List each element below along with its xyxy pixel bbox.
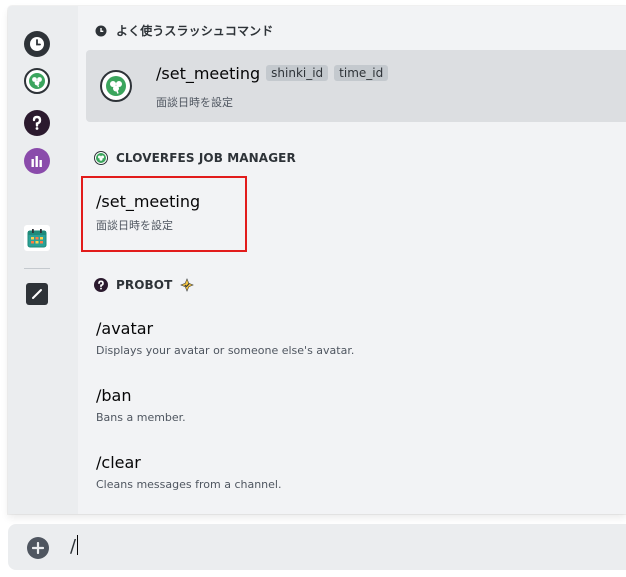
frequent-command-set-meeting[interactable]: /set_meeting shinki_id time_id 面談日時を設定 (86, 50, 626, 122)
command-item-ban[interactable]: /ban Bans a member. (96, 386, 186, 424)
message-input-bar: / (8, 524, 626, 570)
command-name: /set_meeting (156, 64, 261, 83)
cloverfes-section-header: CLOVERFES JOB MANAGER (94, 151, 296, 165)
frequent-header-label: よく使うスラッシュコマンド (116, 24, 274, 38)
calendar-icon[interactable] (24, 225, 50, 251)
clover-icon (94, 151, 108, 165)
command-name: /clear (96, 453, 141, 472)
command-name: /ban (96, 386, 132, 405)
clock-icon[interactable] (24, 31, 50, 57)
option-chip: shinki_id (266, 65, 329, 81)
probot-icon (94, 278, 108, 292)
add-attachment-button[interactable] (27, 537, 49, 559)
command-description: 面談日時を設定 (156, 96, 233, 109)
verified-sparkle-icon (180, 278, 195, 292)
text-caret (77, 535, 79, 555)
frequent-section-header: よく使うスラッシュコマンド (94, 22, 273, 39)
command-item-clear[interactable]: /clear Cleans messages from a channel. (96, 453, 281, 491)
probot-section-header: PROBOT (94, 278, 195, 292)
plus-icon (32, 542, 44, 554)
command-description: Displays your avatar or someone else's a… (96, 344, 355, 357)
slash-command-icon[interactable] (26, 283, 48, 305)
clover-icon (100, 70, 132, 102)
command-name: /avatar (96, 319, 154, 338)
command-description: Bans a member. (96, 411, 186, 424)
app-rail (8, 6, 78, 514)
clock-icon (94, 24, 108, 38)
probot-icon[interactable] (24, 110, 50, 136)
bar-chart-icon[interactable] (24, 148, 50, 174)
command-list: よく使うスラッシュコマンド /set_meeting shinki_id time_… (78, 6, 626, 514)
command-description: Cleans messages from a channel. (96, 478, 282, 491)
message-input[interactable]: / (70, 535, 79, 557)
command-item-avatar[interactable]: /avatar Displays your avatar or someone … (96, 319, 354, 357)
probot-header-label: PROBOT (116, 278, 173, 292)
rail-divider (24, 268, 50, 269)
clover-icon[interactable] (24, 68, 50, 94)
cloverfes-header-label: CLOVERFES JOB MANAGER (116, 151, 296, 165)
slash-command-popup: よく使うスラッシュコマンド /set_meeting shinki_id time_… (8, 6, 626, 514)
option-chip: time_id (334, 65, 389, 81)
message-input-value: / (70, 536, 77, 557)
highlight-annotation (81, 176, 247, 252)
